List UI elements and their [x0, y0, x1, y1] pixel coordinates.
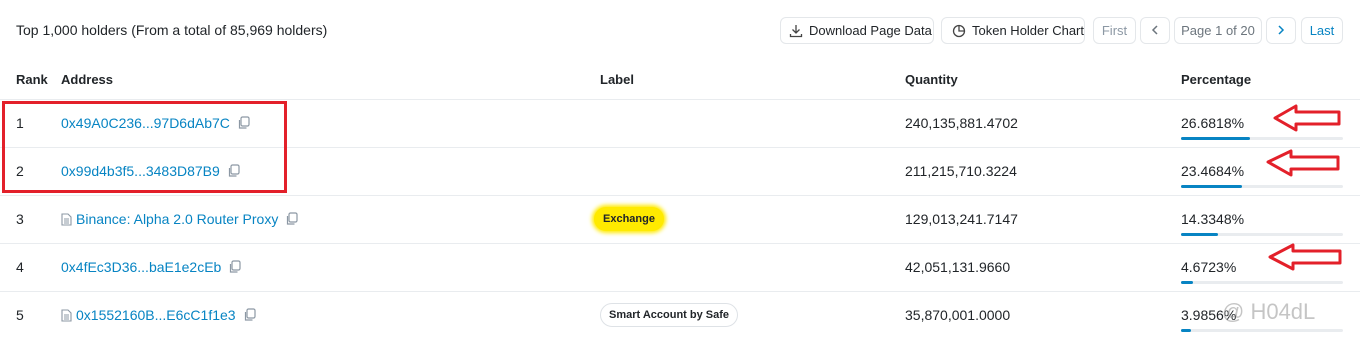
holder-address-link[interactable]: Binance: Alpha 2.0 Router Proxy	[76, 211, 278, 227]
download-page-data-label: Download Page Data	[809, 23, 932, 38]
watermark: @ H04dL	[1222, 299, 1315, 325]
pager-prev-button[interactable]	[1140, 17, 1170, 44]
percentage-bar-fill	[1181, 185, 1242, 188]
annotation-highlight-box	[2, 101, 287, 193]
row-percentage: 23.4684%	[1181, 163, 1245, 179]
chevron-left-icon	[1151, 23, 1159, 38]
pager-last-button[interactable]: Last	[1301, 17, 1343, 44]
column-quantity: Quantity	[905, 72, 958, 87]
pager-next-button[interactable]	[1266, 17, 1296, 44]
table-row: 4 0x4fEc3D36...baE1e2cEb 42,051,131.9660…	[0, 244, 1360, 292]
holder-address-link[interactable]: 0x4fEc3D36...baE1e2cEb	[61, 259, 221, 275]
column-percentage[interactable]: Percentage	[1181, 72, 1251, 87]
column-label: Label	[600, 72, 634, 87]
pie-chart-icon	[952, 24, 966, 38]
copy-icon[interactable]	[285, 212, 298, 226]
download-page-data-button[interactable]: Download Page Data	[780, 17, 934, 44]
token-holder-chart-button[interactable]: Token Holder Chart	[941, 17, 1085, 44]
contract-document-icon	[61, 308, 72, 322]
holder-address-link[interactable]: 0x1552160B...E6cC1f1e3	[76, 307, 236, 323]
percentage-bar	[1181, 137, 1343, 140]
percentage-bar-fill	[1181, 281, 1194, 284]
holder-address: Binance: Alpha 2.0 Router Proxy	[61, 211, 298, 227]
chevron-right-icon	[1277, 23, 1285, 38]
pager-page-info: Page 1 of 20	[1174, 17, 1262, 44]
holder-address: 0x1552160B...E6cC1f1e3	[61, 307, 256, 323]
copy-icon[interactable]	[243, 308, 256, 322]
row-rank: 3	[16, 211, 24, 227]
holders-toolbar: Top 1,000 holders (From a total of 85,96…	[0, 0, 1360, 60]
percentage-bar-fill	[1181, 137, 1251, 140]
annotation-arrow-icon	[1273, 104, 1341, 132]
row-quantity: 240,135,881.4702	[905, 115, 1018, 131]
row-percentage: 26.6818%	[1181, 115, 1245, 131]
label-badge-exchange[interactable]: Exchange	[594, 207, 664, 231]
row-percentage: 4.6723%	[1181, 259, 1237, 275]
holder-address: 0x4fEc3D36...baE1e2cEb	[61, 259, 241, 275]
table-row: 5 0x1552160B...E6cC1f1e3 Smart Account b…	[0, 292, 1360, 338]
row-quantity: 35,870,001.0000	[905, 307, 1011, 323]
download-icon	[789, 24, 803, 38]
table-header: Rank Address Label Quantity Percentage	[0, 60, 1360, 100]
token-holder-chart-label: Token Holder Chart	[972, 23, 1084, 38]
table-row: 3 Binance: Alpha 2.0 Router Proxy Exchan…	[0, 196, 1360, 244]
percentage-bar	[1181, 281, 1343, 284]
column-address: Address	[61, 72, 114, 87]
percentage-bar-fill	[1181, 329, 1192, 332]
watermark-text: @ H04dL	[1222, 299, 1316, 324]
copy-icon[interactable]	[228, 260, 241, 274]
percentage-bar	[1181, 329, 1343, 332]
row-quantity: 42,051,131.9660	[905, 259, 1011, 275]
annotation-arrow-icon	[1268, 243, 1342, 271]
percentage-bar	[1181, 233, 1343, 236]
row-percentage: 14.3348%	[1181, 211, 1245, 227]
row-rank: 5	[16, 307, 24, 323]
contract-document-icon	[61, 212, 72, 226]
row-rank: 4	[16, 259, 24, 275]
holders-summary: Top 1,000 holders (From a total of 85,96…	[16, 22, 328, 38]
percentage-bar-fill	[1181, 233, 1219, 236]
row-quantity: 211,215,710.3224	[905, 163, 1017, 179]
label-badge-safe[interactable]: Smart Account by Safe	[600, 303, 739, 327]
percentage-bar	[1181, 185, 1343, 188]
annotation-arrow-icon	[1266, 149, 1340, 177]
column-rank: Rank	[16, 72, 48, 87]
row-quantity: 129,013,241.7147	[905, 211, 1018, 227]
pager-first-button[interactable]: First	[1093, 17, 1136, 44]
